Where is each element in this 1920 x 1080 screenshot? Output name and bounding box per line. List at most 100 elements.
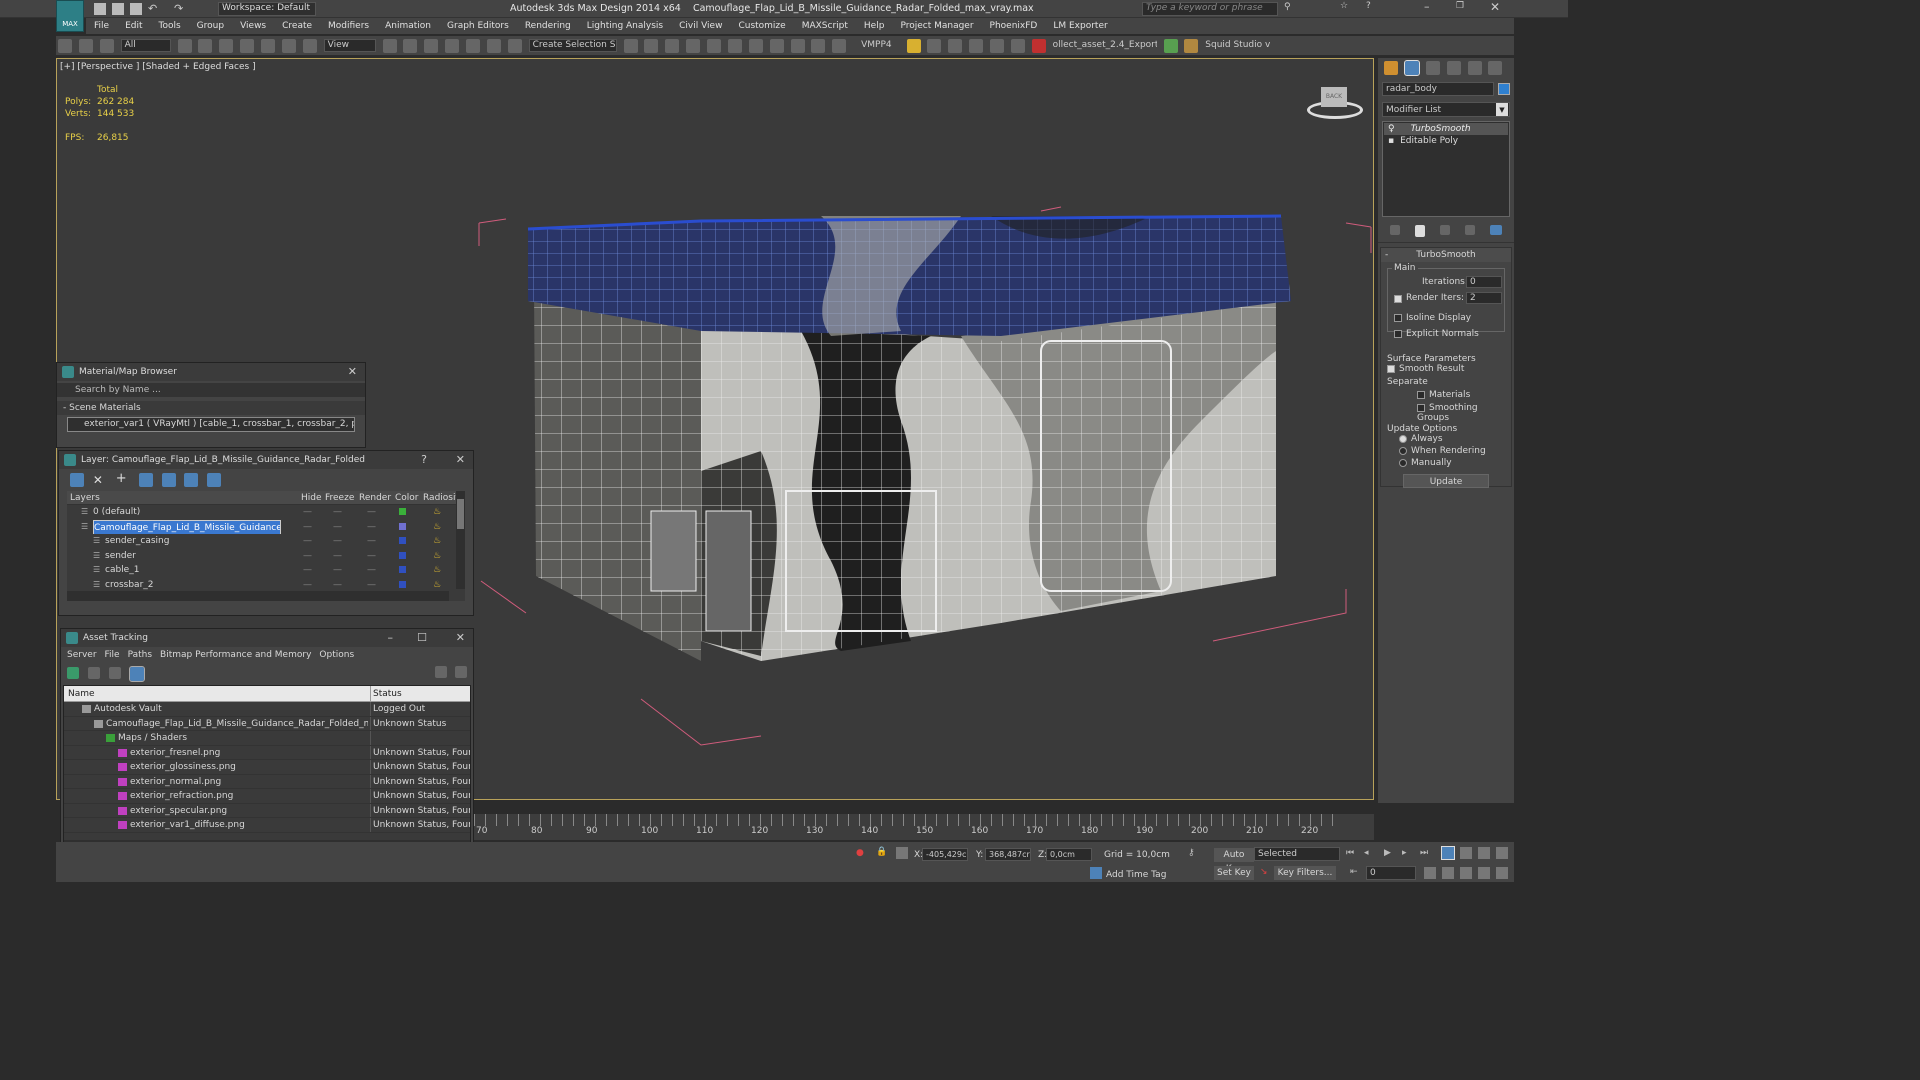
explicit-normals-checkbox[interactable] [1394,329,1402,338]
named-selection-dropdown[interactable]: Create Selection Se [528,39,617,52]
key-filters-button[interactable]: Key Filters... [1274,866,1336,880]
asset-row[interactable]: exterior_refraction.png Unknown Status, F… [64,789,470,804]
isolate-icon[interactable]: ● [856,848,864,858]
percent-snap-icon[interactable] [466,39,480,53]
x-coord-field[interactable]: -405,429cr [922,848,968,861]
quick-open-icon[interactable] [112,3,124,15]
snap-icon[interactable] [424,39,439,53]
freeze-toggle[interactable]: — [333,563,342,578]
remove-modifier-icon[interactable] [1464,225,1475,235]
menu-rendering[interactable]: Rendering [517,18,579,34]
orbit-icon[interactable] [1478,867,1490,879]
freeze-toggle[interactable]: — [333,505,342,520]
tool-b-icon[interactable] [948,39,963,53]
lock-icon[interactable]: 🔒 [876,847,887,857]
isoline-checkbox[interactable] [1394,313,1402,322]
update-button[interactable]: Update [1403,474,1489,488]
hide-toggle[interactable]: — [303,534,312,549]
teapot-icon[interactable] [832,39,847,53]
tool-c-icon[interactable] [969,39,984,53]
set-key-button[interactable]: Set Key [1214,866,1254,880]
material-editor-icon[interactable] [748,39,763,53]
layer-row[interactable]: cable_1 ☰ — — — ♨ [67,563,465,578]
key-mode-icon[interactable]: ⇤ [1350,867,1358,877]
close-icon[interactable]: ✕ [456,451,465,469]
menu-views[interactable]: Views [232,18,274,34]
maximize-viewport-icon[interactable] [1496,867,1508,879]
help-icon[interactable]: ? [421,451,427,469]
freeze-toggle[interactable]: — [333,549,342,564]
current-frame-field[interactable]: 0 [1366,866,1416,880]
move-icon[interactable] [261,39,275,53]
app-logo[interactable]: MAX [56,0,84,32]
mirror-icon[interactable] [623,39,638,53]
utilities-tab-icon[interactable] [1488,61,1503,75]
col-status[interactable]: Status [370,686,402,702]
highlight-layer-icon[interactable] [161,473,176,487]
layer-color-swatch[interactable] [399,537,406,544]
col-radiosity[interactable]: Radiosit [423,491,459,505]
set-key-icon[interactable]: ↘ [1260,867,1268,877]
close-icon[interactable]: ✕ [348,363,357,381]
rect-select-icon[interactable] [219,39,234,53]
menu-create[interactable]: Create [274,18,320,34]
radiosity-icon[interactable]: ♨ [433,505,441,520]
ref-coord-dropdown[interactable]: View [323,39,376,52]
next-frame-icon[interactable]: ▸ [1402,848,1407,858]
auto-key-button[interactable]: Auto Key [1214,848,1254,874]
menu-modifiers[interactable]: Modifiers [320,18,377,34]
spinner-snap-icon[interactable] [486,39,501,53]
add-time-tag-icon[interactable] [1090,867,1102,879]
col-freeze[interactable]: Freeze [325,491,354,505]
render-icon[interactable] [811,39,826,53]
layer-color-swatch[interactable] [399,508,406,515]
asset-row[interactable]: exterior_fresnel.png Unknown Status, Foun… [64,745,470,760]
table-view-icon[interactable] [128,666,145,682]
material-item[interactable]: exterior_var1 ( VRayMtl ) [cable_1, cros… [67,417,355,432]
radiosity-icon[interactable]: ♨ [433,578,441,593]
pivot-icon[interactable] [382,39,397,53]
menu-graph-editors[interactable]: Graph Editors [439,18,517,34]
hide-toggle[interactable]: — [303,578,312,593]
squid-icon[interactable] [1163,39,1178,53]
radiosity-icon[interactable]: ♨ [433,549,441,564]
add-time-tag-label[interactable]: Add Time Tag [1106,870,1166,880]
selection-filter-dropdown[interactable]: All [120,39,171,52]
minimize-icon[interactable]: – [388,629,394,647]
asset-row[interactable]: Maps / Shaders [64,731,470,746]
select-in-layer-icon[interactable] [138,473,153,487]
ruler-track[interactable] [474,814,1334,826]
modifier-list-dropdown[interactable]: Modifier List ▼ [1382,102,1510,117]
menu-phoenixfd[interactable]: PhoenixFD [982,18,1046,34]
redo-icon[interactable]: ↷ [174,2,183,15]
squid-logo-icon[interactable] [1184,39,1199,53]
close-icon[interactable]: ✕ [456,629,465,647]
asset-row[interactable]: exterior_glossiness.png Unknown Status, F… [64,760,470,775]
add-to-layer-icon[interactable]: + [116,472,130,487]
asset-menu-paths[interactable]: Paths [124,650,156,660]
tree-view-icon[interactable] [108,667,121,679]
timeline-ruler[interactable]: 70 80 90 100 110 120 130 140 150 160 170 180 190 200 2… [474,814,1374,840]
radiosity-icon[interactable]: ♨ [433,520,441,535]
menu-project-manager[interactable]: Project Manager [892,18,981,34]
layer-color-swatch[interactable] [399,566,406,573]
pin-stack-icon[interactable] [1390,225,1400,235]
abs-mode-icon[interactable] [896,847,908,859]
freeze-toggle[interactable]: — [333,520,342,535]
quick-save-icon[interactable] [130,3,142,15]
render-toggle[interactable]: — [367,563,376,578]
schematic-icon[interactable] [727,39,742,53]
align-icon[interactable] [644,39,659,53]
col-color[interactable]: Color [395,491,419,505]
smooth-result-checkbox[interactable] [1387,364,1395,373]
radiosity-icon[interactable]: ♨ [433,534,441,549]
squid-label[interactable]: Squid Studio v [1205,40,1270,50]
asset-row[interactable]: Autodesk Vault Logged Out [64,702,470,717]
tool-a-icon[interactable] [927,39,942,53]
exporter-label[interactable]: ollect_asset_2.4_Exporter [1053,40,1157,50]
smoothing-groups-checkbox[interactable] [1417,403,1425,412]
menu-lighting-analysis[interactable]: Lighting Analysis [579,18,671,34]
bind-icon[interactable] [99,39,114,53]
iterations-spinner[interactable]: 0 [1466,276,1502,288]
col-layers[interactable]: Layers [70,491,100,505]
